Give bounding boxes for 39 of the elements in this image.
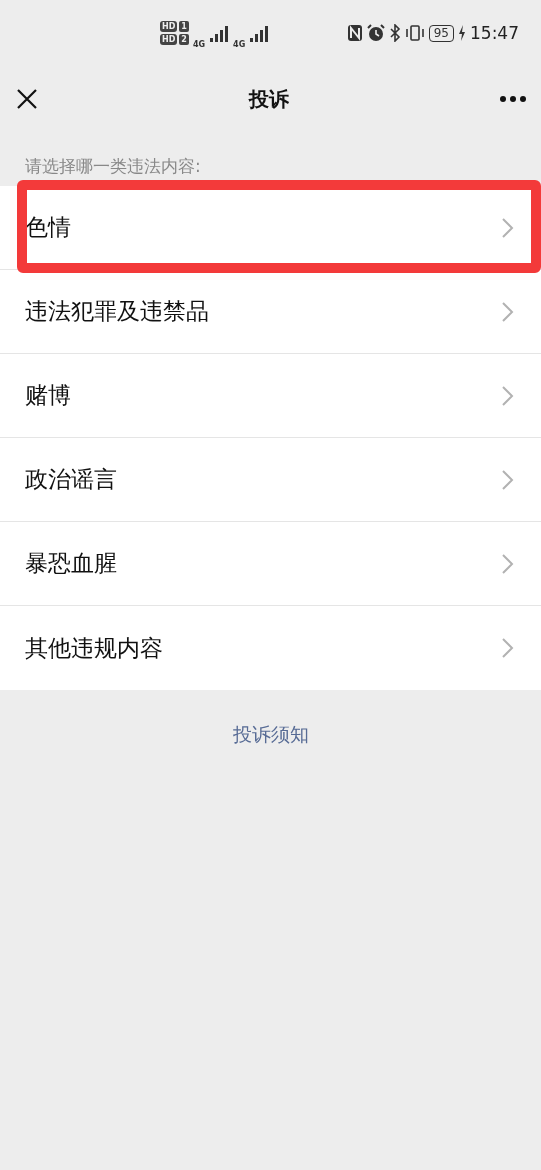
bluetooth-icon (388, 24, 401, 42)
chevron-right-icon (501, 300, 515, 323)
close-icon (16, 88, 38, 110)
chevron-right-icon (501, 384, 515, 407)
category-label: 暴恐血腥 (25, 549, 117, 578)
network-label: 4G (192, 39, 206, 49)
category-label: 赌博 (25, 381, 71, 410)
category-label: 违法犯罪及违禁品 (25, 297, 209, 326)
more-button[interactable] (497, 93, 529, 105)
sim-slot-badge: 2 (179, 34, 189, 45)
sim-slot-badge: 1 (179, 21, 189, 32)
nfc-icon (346, 24, 363, 42)
page-title: 投诉 (248, 85, 289, 113)
network-label: 4G (233, 39, 246, 49)
hd-badge: HD (160, 34, 178, 45)
category-item[interactable]: 其他违规内容 (0, 606, 541, 690)
chevron-right-icon (501, 468, 515, 491)
more-icon (499, 95, 527, 103)
vibrate-icon (404, 24, 425, 42)
chevron-right-icon (501, 552, 515, 575)
category-item[interactable]: 色情 (0, 186, 541, 270)
category-item[interactable]: 赌博 (0, 354, 541, 438)
signal-icon (249, 24, 270, 42)
alarm-icon (366, 24, 385, 42)
section-prompt: 请选择哪一类违法内容: (24, 155, 202, 178)
category-item[interactable]: 暴恐血腥 (0, 522, 541, 606)
battery-level: 95 (428, 24, 454, 42)
charging-icon (458, 24, 466, 42)
status-time: 15:47 (470, 23, 519, 43)
complaint-notice-link[interactable]: 投诉须知 (232, 722, 309, 748)
chevron-right-icon (501, 637, 515, 659)
hd-badge: HD (160, 21, 178, 32)
category-item[interactable]: 违法犯罪及违禁品 (0, 270, 541, 354)
category-label: 色情 (25, 213, 71, 242)
category-label: 其他违规内容 (25, 633, 163, 663)
signal-icon (209, 24, 230, 42)
chevron-right-icon (501, 216, 515, 239)
category-item[interactable]: 政治谣言 (0, 438, 541, 522)
category-label: 政治谣言 (25, 465, 117, 494)
